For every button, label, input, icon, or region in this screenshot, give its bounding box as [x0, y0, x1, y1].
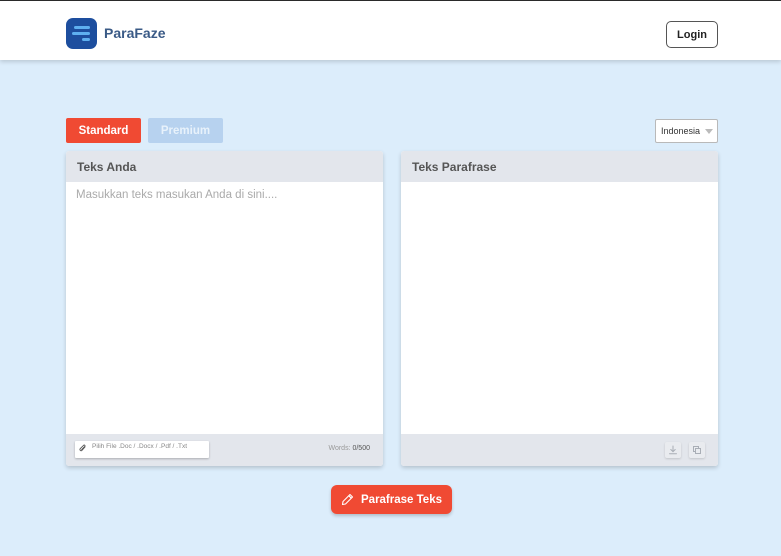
login-button[interactable]: Login [666, 21, 718, 48]
input-panel: Teks Anda Pilih File .Doc / .Docx / .Pdf… [66, 151, 383, 466]
copy-button[interactable] [689, 442, 705, 458]
paraphrase-button-label: Parafrase Teks [361, 493, 442, 506]
copy-icon [693, 446, 701, 454]
menu-lines-logo-icon[interactable] [66, 18, 97, 49]
premium-mode-button[interactable]: Premium [148, 118, 223, 143]
word-counter: Words: 0/500 [328, 445, 370, 452]
paperclip-icon [79, 444, 87, 455]
language-select[interactable]: Indonesia [655, 119, 718, 143]
paraphrase-output-area[interactable] [401, 182, 718, 434]
input-textarea[interactable] [66, 182, 383, 434]
choose-file-button[interactable]: Pilih File .Doc / .Docx / .Pdf / .Txt [75, 441, 209, 458]
pencil-icon [341, 493, 354, 506]
download-button[interactable] [665, 442, 681, 458]
standard-mode-button[interactable]: Standard [66, 118, 141, 143]
paraphrase-button[interactable]: Parafrase Teks [331, 485, 452, 514]
input-panel-title: Teks Anda [66, 151, 383, 182]
input-panel-footer: Pilih File .Doc / .Docx / .Pdf / .Txt Wo… [66, 434, 383, 466]
language-selected-value: Indonesia [661, 126, 701, 136]
brand-name[interactable]: ParaFaze [104, 25, 165, 41]
chevron-down-icon [705, 129, 713, 134]
word-counter-value: 0/500 [352, 445, 370, 452]
top-navbar: ParaFaze Login [0, 0, 781, 60]
output-panel-footer [401, 434, 718, 466]
output-panel: Teks Parafrase [401, 151, 718, 466]
download-icon [669, 445, 677, 455]
output-panel-title: Teks Parafrase [401, 151, 718, 182]
word-counter-label: Words: [328, 445, 351, 452]
choose-file-label: Pilih File .Doc / .Docx / .Pdf / .Txt [92, 443, 187, 450]
